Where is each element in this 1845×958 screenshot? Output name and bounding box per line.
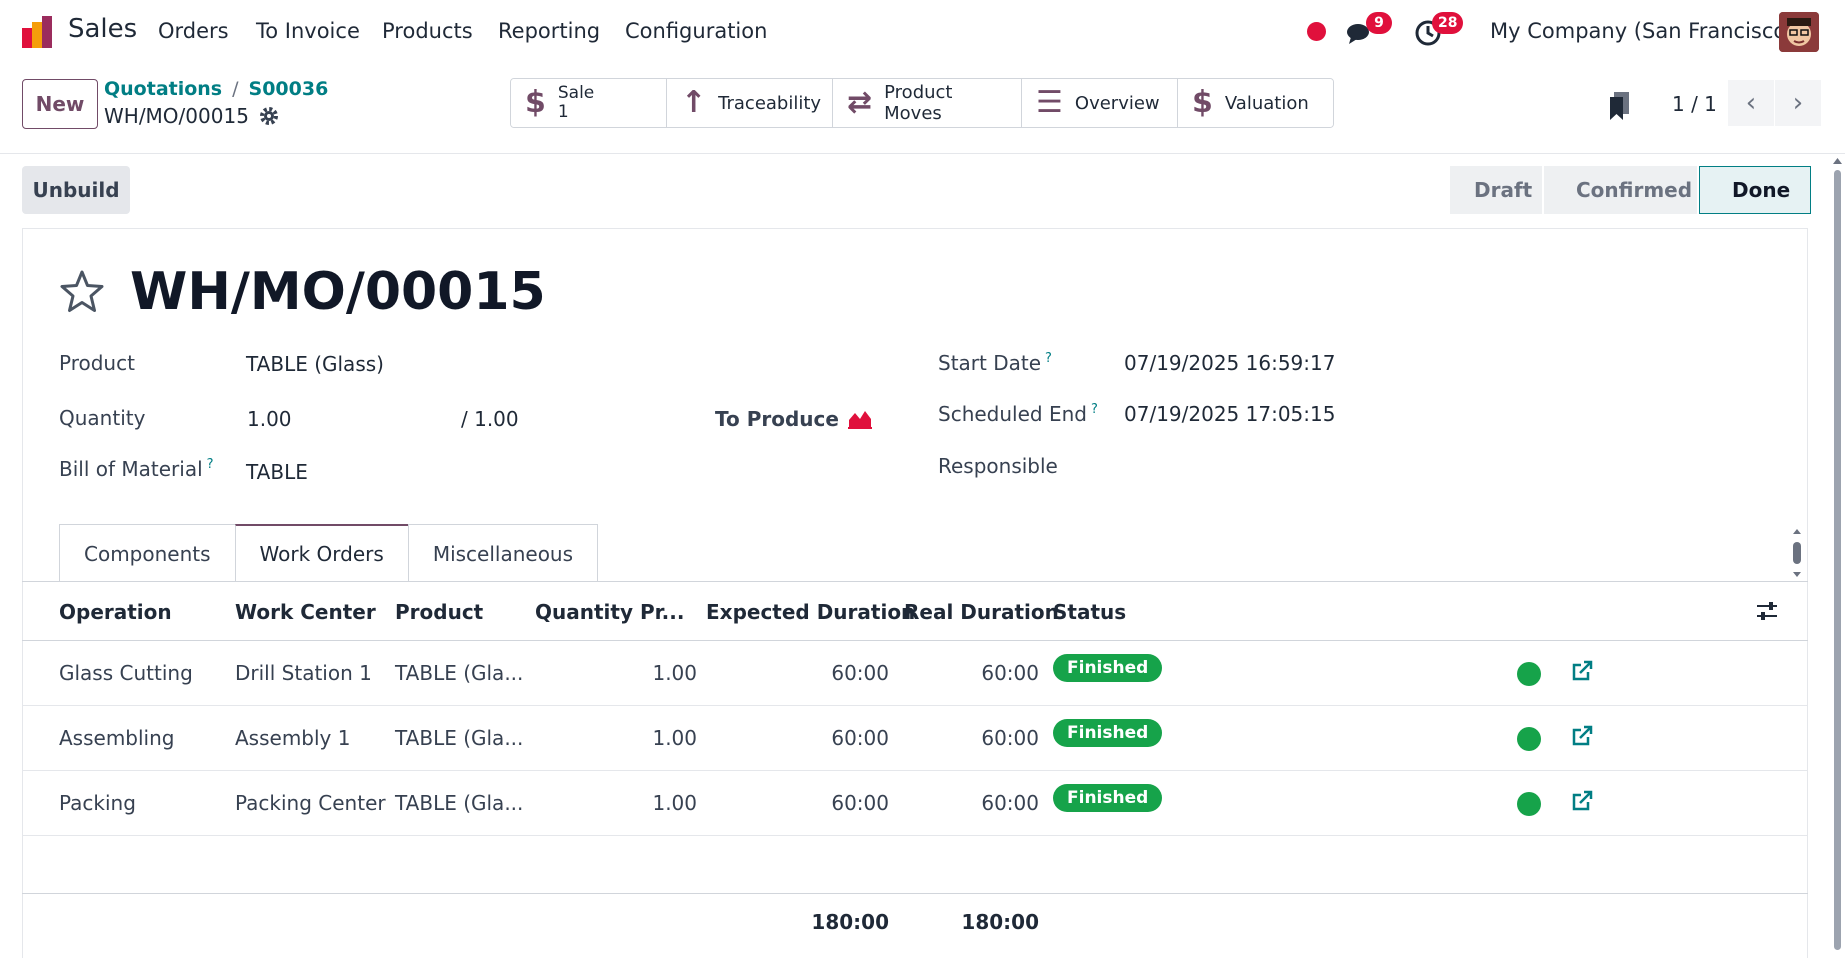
help-tooltip-icon[interactable]: ?	[207, 457, 214, 472]
stage-confirmed[interactable]: Confirmed	[1544, 166, 1697, 214]
menu-configuration[interactable]: Configuration	[625, 19, 767, 43]
area-chart-icon[interactable]	[847, 406, 873, 430]
company-switcher[interactable]: My Company (San Francisco)	[1490, 19, 1794, 43]
stage-draft[interactable]: Draft	[1450, 166, 1542, 214]
pager-previous-button[interactable]: ‹	[1728, 80, 1774, 126]
valuation-smart-button[interactable]: $ Valuation	[1178, 79, 1333, 127]
external-link-icon[interactable]	[1570, 789, 1594, 813]
column-work-center[interactable]: Work Center	[235, 600, 376, 624]
start-date-value[interactable]: 07/19/2025 16:59:17	[1124, 351, 1335, 375]
overview-smart-button[interactable]: ☰ Overview	[1022, 79, 1178, 127]
bom-label: Bill of Material?	[59, 457, 214, 481]
chevron-left-icon: ‹	[1745, 88, 1757, 118]
scheduled-end-label: Scheduled End?	[938, 402, 1098, 426]
notebook-tabs: Components Work Orders Miscellaneous	[59, 524, 599, 582]
column-status[interactable]: Status	[1053, 600, 1126, 624]
column-operation[interactable]: Operation	[59, 600, 172, 624]
tab-miscellaneous[interactable]: Miscellaneous	[407, 524, 599, 582]
unbuild-button[interactable]: Unbuild	[22, 166, 130, 214]
tab-divider	[22, 581, 1808, 582]
sale-smart-button[interactable]: $ Sale 1	[511, 79, 667, 127]
smart-buttons: $ Sale 1 ↑ Traceability ⇄ Product Moves ☰…	[510, 78, 1334, 128]
tab-work-orders[interactable]: Work Orders	[234, 524, 409, 582]
gear-icon[interactable]	[259, 106, 279, 126]
new-button[interactable]: New	[22, 79, 98, 129]
column-expected-duration[interactable]: Expected Duration	[706, 600, 915, 624]
menu-orders[interactable]: Orders	[158, 19, 229, 43]
table-row[interactable]: Packing Packing Center TABLE (Gla... 1.0…	[22, 771, 1808, 836]
page-scrollbar[interactable]	[1830, 156, 1845, 958]
bookmark-stack-icon[interactable]	[1609, 92, 1631, 120]
status-badge: Finished	[1053, 654, 1163, 682]
messages-badge: 9	[1366, 12, 1392, 34]
help-tooltip-icon[interactable]: ?	[1045, 351, 1052, 366]
product-value[interactable]: TABLE (Glass)	[246, 352, 384, 376]
help-tooltip-icon[interactable]: ?	[1091, 402, 1098, 417]
status-bar: Draft Confirmed Done	[1450, 166, 1813, 214]
external-link-icon[interactable]	[1570, 724, 1594, 748]
breadcrumb-current: WH/MO/00015	[104, 104, 279, 128]
list-bars-icon: ☰	[1036, 85, 1063, 120]
external-link-icon[interactable]	[1570, 659, 1594, 683]
arrow-up-icon: ↑	[681, 85, 707, 120]
dollar-icon: $	[1192, 85, 1213, 120]
control-panel: New Quotations / S00036 WH/MO/00015 $ Sale…	[0, 64, 1845, 154]
menu-products[interactable]: Products	[382, 19, 473, 43]
table-row[interactable]: Assembling Assembly 1 TABLE (Gla... 1.00…	[22, 706, 1808, 771]
recording-indicator-icon[interactable]	[1307, 22, 1326, 41]
column-quantity-produced[interactable]: Quantity Pr...	[535, 600, 684, 624]
tab-components[interactable]: Components	[59, 524, 236, 582]
bom-value[interactable]: TABLE	[246, 460, 308, 484]
total-expected-duration: 180:00	[811, 910, 889, 934]
sales-app-icon[interactable]	[20, 14, 56, 50]
stage-done[interactable]: Done	[1699, 166, 1811, 214]
dollar-icon: $	[525, 85, 546, 120]
traceability-smart-button[interactable]: ↑ Traceability	[667, 79, 833, 127]
table-empty-area	[22, 836, 1808, 894]
to-produce-label: To Produce	[715, 407, 839, 431]
status-dot-icon	[1517, 727, 1541, 751]
breadcrumb: Quotations / S00036	[104, 78, 329, 100]
column-product[interactable]: Product	[395, 600, 483, 624]
quantity-total: / 1.00	[461, 407, 519, 431]
responsible-label: Responsible	[938, 454, 1058, 478]
activities-badge: 28	[1432, 12, 1464, 34]
status-badge: Finished	[1053, 784, 1163, 812]
pager-value[interactable]: 1 / 1	[1672, 92, 1717, 116]
scheduled-end-value[interactable]: 07/19/2025 17:05:15	[1124, 402, 1335, 426]
menu-to-invoice[interactable]: To Invoice	[256, 19, 360, 43]
product-moves-smart-button[interactable]: ⇄ Product Moves	[833, 79, 1022, 127]
product-label: Product	[59, 351, 135, 375]
avatar-face-icon	[1779, 12, 1819, 52]
column-settings-sliders-icon[interactable]	[1756, 600, 1778, 622]
tabs-scrollbar[interactable]	[1790, 528, 1804, 578]
app-name[interactable]: Sales	[68, 14, 137, 44]
user-avatar[interactable]	[1779, 12, 1819, 52]
total-real-duration: 180:00	[961, 910, 1039, 934]
exchange-arrows-icon: ⇄	[847, 85, 873, 120]
status-badge: Finished	[1053, 719, 1163, 747]
table-row[interactable]: Glass Cutting Drill Station 1 TABLE (Gla…	[22, 641, 1808, 706]
status-dot-icon	[1517, 792, 1541, 816]
column-real-duration[interactable]: Real Duration	[904, 600, 1059, 624]
quantity-label: Quantity	[59, 406, 146, 430]
start-date-label: Start Date?	[938, 351, 1052, 375]
chevron-right-icon: ›	[1792, 88, 1804, 118]
breadcrumb-sale-order[interactable]: S00036	[249, 78, 329, 100]
breadcrumb-quotations[interactable]: Quotations	[104, 78, 222, 100]
top-navbar: Sales Orders To Invoice Products Reporti…	[0, 0, 1845, 64]
quantity-value: 1.00	[247, 407, 292, 431]
star-icon[interactable]	[58, 268, 106, 316]
current-record-name: WH/MO/00015	[104, 104, 249, 128]
record-title: WH/MO/00015	[130, 262, 546, 322]
status-dot-icon	[1517, 662, 1541, 686]
menu-reporting[interactable]: Reporting	[498, 19, 600, 43]
pager-next-button[interactable]: ›	[1775, 80, 1821, 126]
